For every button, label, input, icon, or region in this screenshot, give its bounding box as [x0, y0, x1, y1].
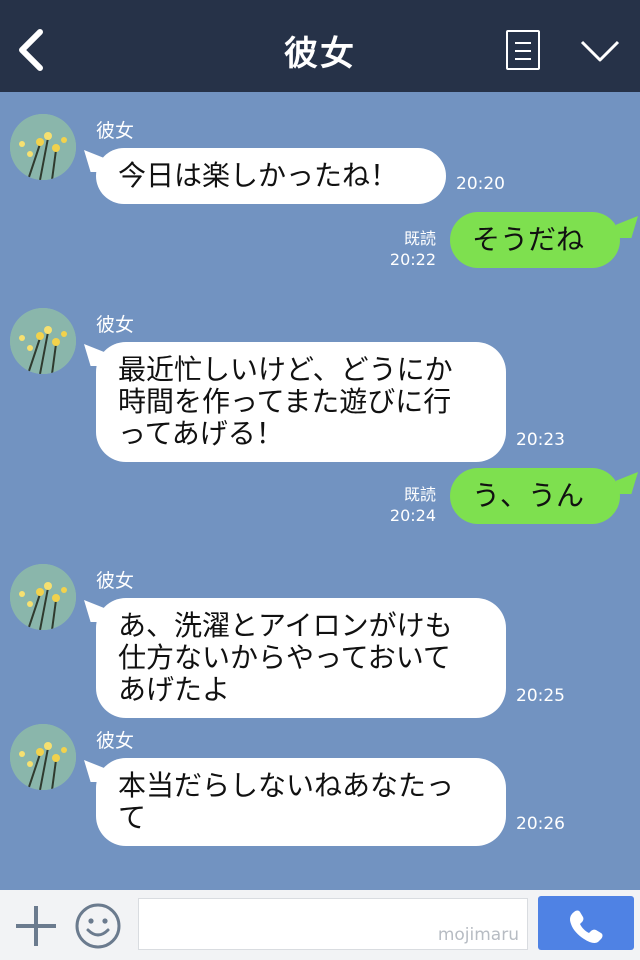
- plus-icon[interactable]: [14, 904, 58, 948]
- composer-bar: mojimaru: [0, 890, 640, 960]
- flower-photo-icon: [10, 308, 76, 374]
- avatar[interactable]: [10, 114, 76, 180]
- chat-area[interactable]: 彼女 今日は楽しかったね！ 20:20 既読 20:22 そうだね 彼女 最近忙…: [0, 92, 640, 890]
- read-receipt: 既読 20:24: [380, 484, 436, 526]
- message-time: 20:25: [516, 686, 565, 706]
- sender-name: 彼女: [96, 570, 135, 592]
- sender-name: 彼女: [96, 730, 135, 752]
- chat-header: 彼女: [0, 0, 640, 92]
- bubble-tail: [616, 216, 638, 238]
- read-receipt: 既読 20:22: [380, 228, 436, 270]
- read-label: 既読: [403, 229, 436, 248]
- read-label: 既読: [403, 485, 436, 504]
- message-time: 20:26: [516, 814, 565, 834]
- message-time: 20:23: [516, 430, 565, 450]
- chat-title: 彼女: [284, 34, 356, 74]
- message-time: 20:20: [456, 174, 505, 194]
- outgoing-message[interactable]: そうだね: [450, 212, 620, 268]
- message-time: 20:22: [389, 250, 436, 269]
- list-icon[interactable]: [506, 30, 540, 70]
- smiley-icon[interactable]: [74, 902, 122, 950]
- flower-photo-icon: [10, 724, 76, 790]
- phone-icon: [570, 910, 603, 943]
- incoming-message[interactable]: 今日は楽しかったね！: [96, 148, 446, 204]
- message-input[interactable]: mojimaru: [138, 898, 528, 950]
- incoming-message[interactable]: あ、洗濯とアイロンがけも 仕方ないからやっておいて あげたよ: [96, 598, 506, 718]
- watermark: mojimaru: [437, 925, 519, 945]
- incoming-message[interactable]: 本当だらしないねあなたっ て: [96, 758, 506, 846]
- avatar[interactable]: [10, 308, 76, 374]
- avatar[interactable]: [10, 724, 76, 790]
- flower-photo-icon: [10, 564, 76, 630]
- avatar[interactable]: [10, 564, 76, 630]
- sender-name: 彼女: [96, 314, 135, 336]
- message-time: 20:24: [389, 506, 436, 525]
- call-button[interactable]: [538, 896, 634, 950]
- flower-photo-icon: [10, 114, 76, 180]
- outgoing-message[interactable]: う、うん: [450, 468, 620, 524]
- incoming-message[interactable]: 最近忙しいけど、どうにか 時間を作ってまた遊びに行 ってあげる！: [96, 342, 506, 462]
- sender-name: 彼女: [96, 120, 135, 142]
- chevron-down-icon[interactable]: [578, 36, 622, 66]
- bubble-tail: [616, 472, 638, 494]
